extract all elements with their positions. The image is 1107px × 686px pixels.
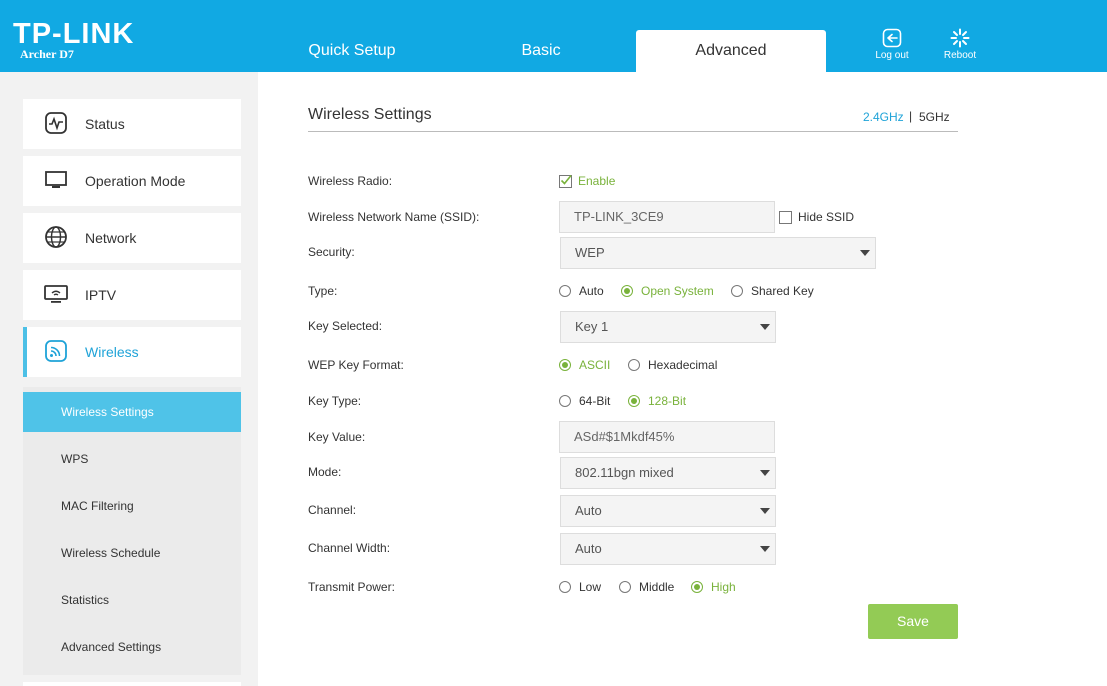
transmit-power-label: Transmit Power: (308, 580, 395, 594)
sidebar: Status Operation Mode Network IPTV Wirel… (0, 72, 258, 686)
submenu-advanced-settings[interactable]: Advanced Settings (23, 627, 241, 667)
ssid-label: Wireless Network Name (SSID): (308, 210, 480, 224)
radio-circle (691, 581, 703, 593)
key-selected-select[interactable]: Key 1 (560, 311, 776, 343)
title-divider (308, 131, 958, 132)
radio-circle (621, 285, 633, 297)
enable-label: Enable (578, 174, 616, 188)
key-value-label: Key Value: (308, 430, 366, 444)
radio-circle (559, 359, 571, 371)
submenu-wireless-settings[interactable]: Wireless Settings (23, 392, 241, 432)
radio-label: Middle (639, 580, 675, 594)
logout-label: Log out (875, 50, 909, 61)
radio-label: 128-Bit (648, 394, 687, 408)
sidebar-item-label: Status (85, 116, 125, 132)
radio-circle (628, 395, 640, 407)
wireless-radio-label: Wireless Radio: (308, 174, 393, 188)
checkbox-box (779, 211, 792, 224)
sidebar-next-item[interactable] (23, 682, 241, 686)
submenu-statistics[interactable]: Statistics (23, 580, 241, 620)
channel-width-select-value: Auto (575, 541, 602, 556)
channel-select[interactable]: Auto (560, 495, 776, 527)
chevron-down-icon (760, 546, 770, 552)
key-type-label: Key Type: (308, 394, 362, 408)
radio-label: ASCII (579, 358, 611, 372)
page-title: Wireless Settings (308, 106, 432, 123)
radio-label: 64-Bit (579, 394, 611, 408)
logout-button[interactable]: Log out (862, 28, 922, 61)
radio-circle (559, 395, 571, 407)
band-separator: | (909, 109, 913, 123)
radio-label: High (711, 580, 736, 594)
mode-label: Mode: (308, 465, 342, 479)
tab-basic[interactable]: Basic (446, 30, 636, 72)
sidebar-item-status[interactable]: Status (23, 99, 241, 149)
radio-circle (731, 285, 743, 297)
security-label: Security: (308, 245, 355, 259)
radio-circle (628, 359, 640, 371)
sidebar-item-label: Network (85, 230, 137, 246)
radio-circle (559, 581, 571, 593)
check-mark-icon (560, 174, 572, 185)
tab-quick-setup[interactable]: Quick Setup (257, 30, 447, 72)
checkbox-box (559, 174, 572, 188)
band-2-4ghz-link[interactable]: 2.4GHz (863, 110, 904, 124)
radio-label: Auto (579, 284, 604, 298)
globe-icon (45, 226, 67, 248)
reboot-button[interactable]: Reboot (930, 28, 990, 61)
channel-width-select[interactable]: Auto (560, 533, 776, 565)
radio-label: Open System (641, 284, 714, 298)
sidebar-item-iptv[interactable]: IPTV (23, 270, 241, 320)
monitor-icon (45, 171, 67, 188)
channel-select-value: Auto (575, 503, 602, 518)
key-selected-value: Key 1 (575, 319, 609, 334)
chevron-down-icon (860, 250, 870, 256)
radio-label: Low (579, 580, 602, 594)
key-selected-label: Key Selected: (308, 319, 383, 333)
logout-icon (882, 28, 902, 48)
submenu-mac-filtering[interactable]: MAC Filtering (23, 486, 241, 526)
security-select-value: WEP (575, 245, 605, 260)
wep-key-format-label: WEP Key Format: (308, 358, 404, 372)
tp-link-logo: TP-LINK (13, 18, 135, 50)
chevron-down-icon (760, 508, 770, 514)
sidebar-item-label: Operation Mode (85, 173, 186, 189)
chevron-down-icon (760, 470, 770, 476)
chevron-down-icon (760, 324, 770, 330)
top-header: TP-LINK Archer D7 Quick Setup Basic Adva… (0, 0, 1107, 72)
reboot-label: Reboot (943, 50, 977, 61)
sidebar-item-label: IPTV (85, 287, 117, 303)
mode-select[interactable]: 802.11bgn mixed (560, 457, 776, 489)
status-pulse-icon (45, 112, 67, 134)
radio-circle (619, 581, 631, 593)
band-5ghz-link[interactable]: 5GHz (919, 110, 950, 124)
radio-label: Hexadecimal (648, 358, 718, 372)
hide-ssid-label: Hide SSID (798, 210, 855, 224)
submenu-wireless-schedule[interactable]: Wireless Schedule (23, 533, 241, 573)
type-label: Type: (308, 284, 338, 298)
iptv-icon (44, 285, 68, 303)
tab-advanced[interactable]: Advanced (636, 30, 826, 72)
mode-select-value: 802.11bgn mixed (575, 465, 674, 480)
security-select[interactable]: WEP (560, 237, 876, 269)
sidebar-item-label: Wireless (85, 344, 139, 360)
key-value-input[interactable]: ASd#$1Mkdf45% (559, 421, 775, 453)
wireless-icon (45, 340, 67, 362)
ssid-input[interactable]: TP-LINK_3CE9 (559, 201, 775, 233)
reboot-icon (950, 28, 970, 48)
channel-width-label: Channel Width: (308, 541, 391, 555)
radio-circle (559, 285, 571, 297)
submenu-wps[interactable]: WPS (23, 439, 241, 479)
sidebar-item-operation-mode[interactable]: Operation Mode (23, 156, 241, 206)
sidebar-item-network[interactable]: Network (23, 213, 241, 263)
wireless-submenu: Wireless Settings WPS MAC Filtering Wire… (23, 387, 241, 675)
save-button[interactable]: Save (868, 604, 958, 639)
sidebar-item-wireless[interactable]: Wireless (23, 327, 241, 377)
channel-label: Channel: (308, 503, 357, 517)
model-name: Archer D7 (20, 47, 74, 61)
radio-label: Shared Key (751, 284, 814, 298)
